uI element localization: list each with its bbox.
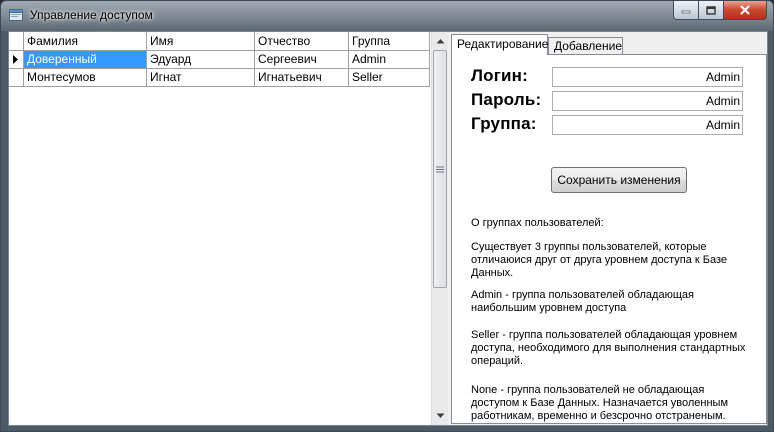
- row-header[interactable]: [9, 51, 24, 69]
- app-window: Управление доступом Фамилия Имя Отчество…: [0, 0, 774, 432]
- row-header[interactable]: [9, 69, 24, 87]
- cell-firstname[interactable]: Эдуард: [147, 51, 255, 69]
- tab-panel-edit: Логин: Admin Пароль: Admin Группа: Admin…: [451, 54, 767, 424]
- scroll-thumb[interactable]: [433, 50, 447, 288]
- cell-group[interactable]: Seller: [349, 69, 430, 87]
- info-paragraph-none: None - группа пользователей не обладающа…: [471, 384, 729, 422]
- minimize-button[interactable]: [673, 1, 699, 20]
- column-header-firstname[interactable]: Имя: [147, 32, 255, 51]
- group-label: Группа:: [471, 114, 537, 133]
- maximize-button[interactable]: [699, 1, 724, 20]
- window-title: Управление доступом: [30, 8, 153, 22]
- column-header-lastname[interactable]: Фамилия: [24, 32, 147, 51]
- scroll-up-arrow-icon: [436, 38, 444, 43]
- cell-patronymic[interactable]: Игнатьевич: [255, 69, 349, 87]
- cell-lastname[interactable]: Монтесумов: [24, 69, 147, 87]
- column-header-group[interactable]: Группа: [349, 32, 430, 51]
- caption-buttons: [673, 1, 767, 20]
- cell-lastname[interactable]: Доверенный: [24, 51, 147, 69]
- scroll-grip-icon: [436, 166, 444, 172]
- cell-group[interactable]: Admin: [349, 51, 430, 69]
- grid-header: Фамилия Имя Отчество Группа: [9, 32, 430, 51]
- password-field[interactable]: Admin: [552, 91, 743, 111]
- client-area: Фамилия Имя Отчество Группа Доверенный Э…: [8, 31, 768, 426]
- password-label: Пароль:: [471, 90, 542, 109]
- scroll-up-button[interactable]: [432, 32, 448, 49]
- row-pointer-icon: [13, 55, 18, 64]
- grid-corner: [9, 32, 24, 51]
- scroll-down-button[interactable]: [432, 407, 448, 424]
- column-header-patronymic[interactable]: Отчество: [255, 32, 349, 51]
- login-label: Логин:: [471, 66, 528, 85]
- close-button[interactable]: [724, 1, 767, 20]
- info-paragraph-seller: Seller - группа пользователей обладающая…: [471, 329, 746, 367]
- tab-edit[interactable]: Редактирование: [451, 34, 548, 55]
- minimize-icon: [681, 10, 691, 14]
- login-field[interactable]: Admin: [552, 67, 743, 87]
- tab-add[interactable]: Добавление: [548, 37, 623, 55]
- cell-patronymic[interactable]: Сергеевич: [255, 51, 349, 69]
- title-bar[interactable]: Управление доступом: [1, 1, 773, 31]
- info-paragraph-groups: Существует 3 группы пользователей, котор…: [471, 241, 728, 279]
- scroll-down-arrow-icon: [436, 413, 444, 418]
- maximize-icon: [706, 5, 716, 15]
- cell-firstname[interactable]: Игнат: [147, 69, 255, 87]
- group-field[interactable]: Admin: [552, 115, 743, 135]
- close-icon: [740, 5, 750, 15]
- save-changes-button[interactable]: Сохранить изменения: [551, 167, 687, 193]
- table-row[interactable]: Доверенный Эдуард Сергеевич Admin: [9, 51, 430, 69]
- table-row[interactable]: Монтесумов Игнат Игнатьевич Seller: [9, 69, 430, 87]
- users-grid[interactable]: Фамилия Имя Отчество Группа Доверенный Э…: [9, 32, 448, 425]
- info-heading: О группах пользователей:: [471, 217, 604, 229]
- vertical-scrollbar[interactable]: [431, 32, 448, 425]
- info-paragraph-admin: Admin - группа пользователей обладающая …: [471, 289, 694, 314]
- app-window-icon[interactable]: [9, 9, 23, 21]
